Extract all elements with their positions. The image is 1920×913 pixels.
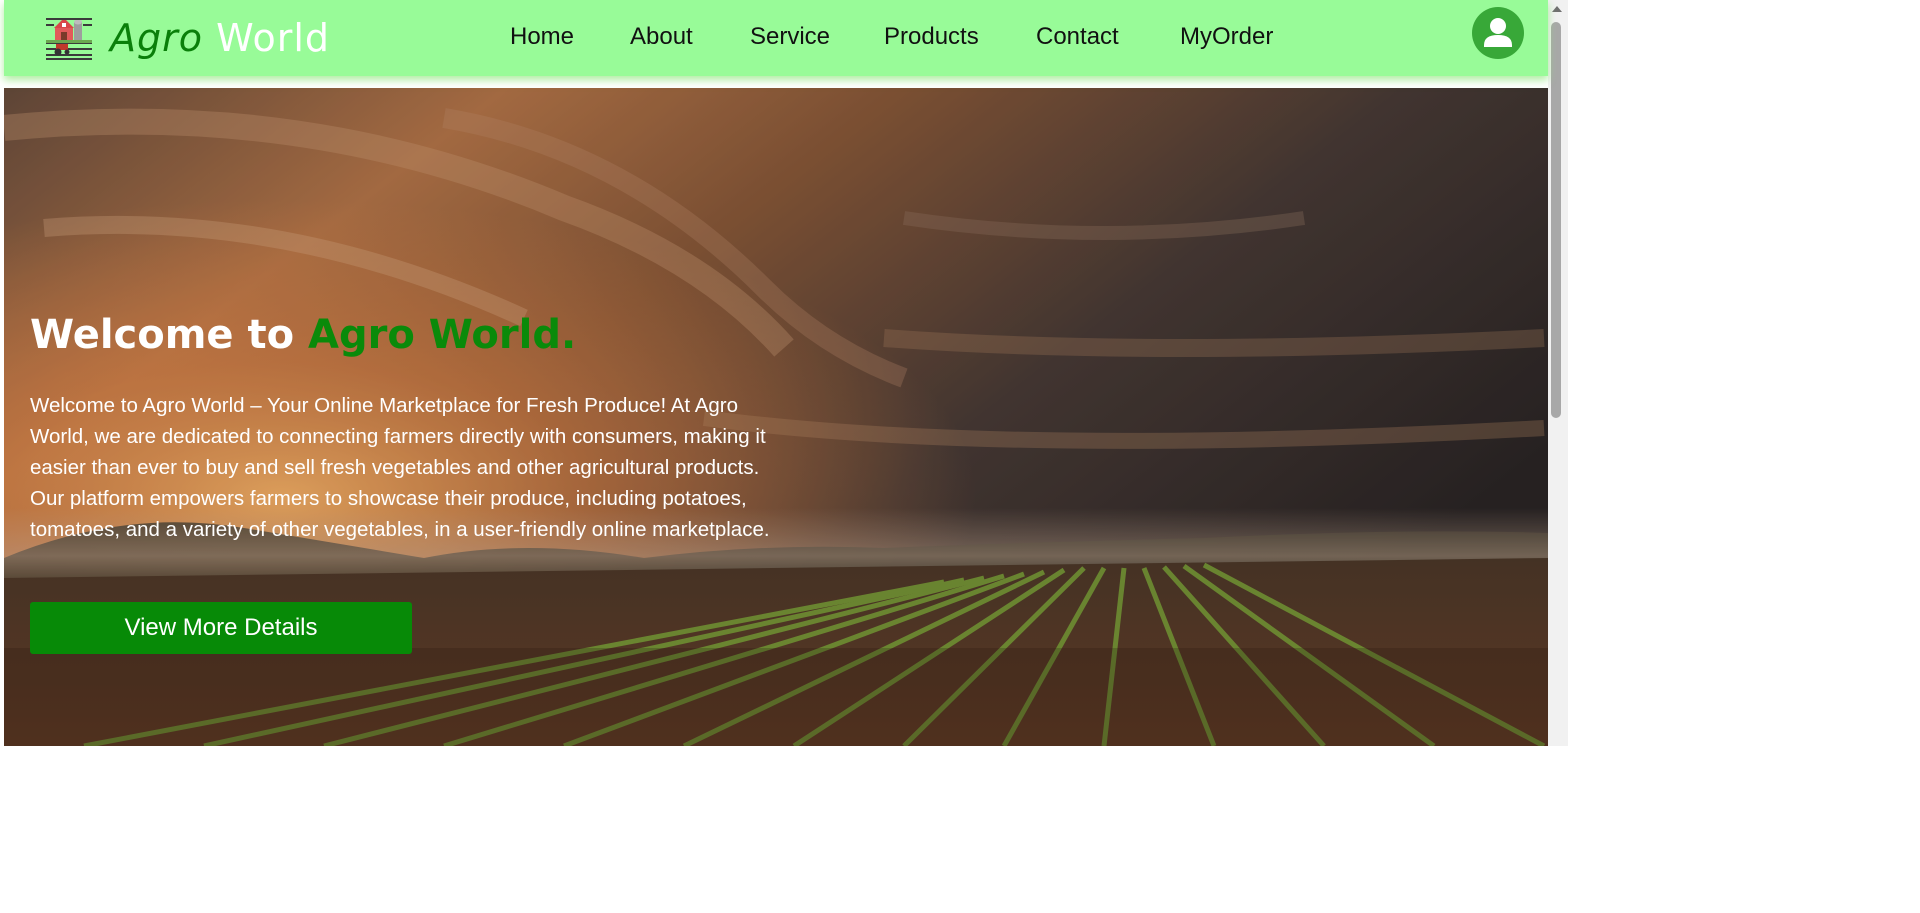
brand-logo-text[interactable]: Agro World <box>110 12 330 64</box>
nav-link-contact[interactable]: Contact <box>1036 22 1119 52</box>
view-more-details-button[interactable]: View More Details <box>30 602 412 654</box>
hero-section: Welcome to Agro World. Welcome to Agro W… <box>4 88 1548 746</box>
brand-name-part1: Agro <box>110 16 203 60</box>
scrollbar-thumb[interactable] <box>1551 22 1561 418</box>
brand-name-part2: World <box>216 16 330 60</box>
page: Agro World Home About Service Products C… <box>0 0 1568 746</box>
user-avatar-icon[interactable] <box>1472 7 1524 59</box>
nav-link-myorder[interactable]: MyOrder <box>1180 22 1273 52</box>
hero-title: Welcome to Agro World. <box>30 310 576 360</box>
nav-link-home[interactable]: Home <box>510 22 574 52</box>
hero-description: Welcome to Agro World – Your Online Mark… <box>30 394 770 541</box>
page-scrollbar[interactable] <box>1548 0 1568 746</box>
hero-title-prefix: Welcome to <box>30 312 308 358</box>
nav-link-products[interactable]: Products <box>884 22 979 52</box>
scroll-up-arrow-icon[interactable] <box>1552 6 1562 12</box>
nav-link-service[interactable]: Service <box>750 22 830 52</box>
nav-link-about[interactable]: About <box>630 22 693 52</box>
farm-logo-icon[interactable] <box>44 12 94 62</box>
top-navbar: Agro World Home About Service Products C… <box>4 0 1548 76</box>
hero-title-accent: Agro World. <box>308 312 577 358</box>
